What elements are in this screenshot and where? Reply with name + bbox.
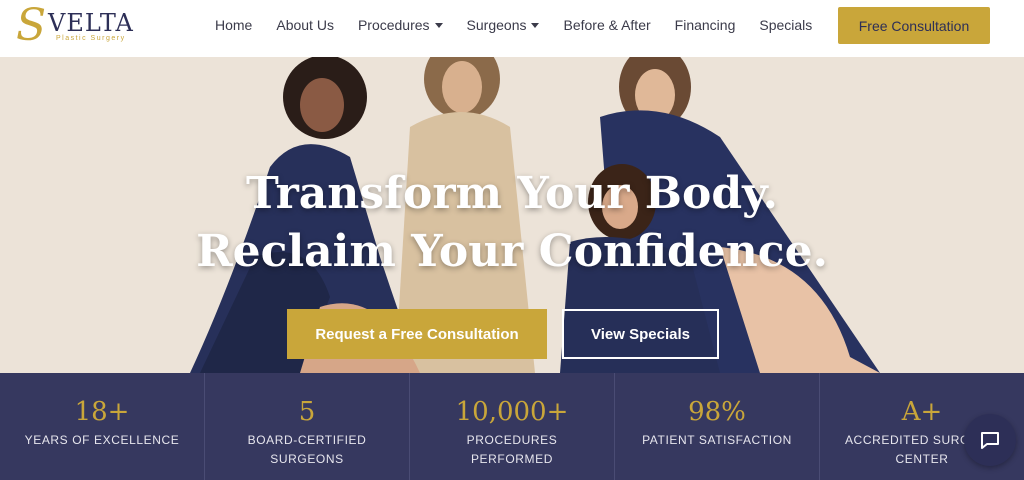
stat-value: 5	[298, 397, 316, 427]
site-header: S VELTA Plastic Surgery Home About Us Pr…	[0, 0, 1024, 57]
nav-specials[interactable]: Specials	[759, 17, 812, 33]
hero-title-line-2: Reclaim Your Confidence.	[196, 226, 828, 277]
stat-label: PROCEDURES PERFORMED	[466, 433, 558, 466]
hero-title-line-1: Transform Your Body.	[246, 168, 778, 219]
stat-surgeons: 5 BOARD-CERTIFIED SURGEONS	[205, 373, 410, 480]
stat-years: 18+ YEARS OF EXCELLENCE	[0, 373, 205, 480]
main-nav: Home About Us Procedures Surgeons Before…	[203, 0, 824, 50]
nav-home-label: Home	[215, 17, 253, 33]
nav-financing[interactable]: Financing	[675, 17, 736, 33]
nav-surgeons-label: Surgeons	[466, 17, 527, 33]
nav-surgeons[interactable]: Surgeons	[467, 17, 540, 33]
nav-financing-label: Financing	[674, 17, 736, 33]
logo-s-mark: S	[16, 0, 47, 51]
nav-before-after-label: Before & After	[563, 17, 651, 33]
stat-label: YEARS OF EXCELLENCE	[24, 433, 180, 447]
stat-value: 10,000+	[455, 397, 569, 427]
chat-glyph	[981, 432, 999, 449]
logo-wordmark: VELTA	[48, 9, 134, 37]
nav-procedures-label: Procedures	[357, 17, 430, 33]
stat-label: BOARD-CERTIFIED SURGEONS	[247, 433, 367, 466]
nav-home[interactable]: Home	[215, 17, 252, 33]
nav-procedures[interactable]: Procedures	[358, 17, 443, 33]
stats-bar: 18+ YEARS OF EXCELLENCE 5 BOARD-CERTIFIE…	[0, 373, 1024, 480]
nav-about-label: About Us	[276, 17, 334, 33]
caret-down-icon	[434, 22, 443, 28]
stat-value: 18+	[74, 397, 130, 427]
hero-section: Transform Your Body. Reclaim Your Confid…	[0, 57, 1024, 373]
view-specials-button[interactable]: View Specials	[562, 309, 719, 359]
free-consultation-button[interactable]: Free Consultation	[838, 7, 990, 44]
nav-before-after[interactable]: Before & After	[563, 17, 650, 33]
site-logo[interactable]: S VELTA Plastic Surgery	[14, 0, 134, 51]
caret-down-icon	[531, 22, 540, 28]
nav-about-us[interactable]: About Us	[276, 17, 334, 33]
stat-procedures: 10,000+ PROCEDURES PERFORMED	[410, 373, 615, 480]
logo-tagline: Plastic Surgery	[56, 35, 126, 42]
nav-specials-label: Specials	[759, 17, 813, 33]
chat-bubble-icon[interactable]	[964, 414, 1016, 466]
stat-satisfaction: 98% PATIENT SATISFACTION	[615, 373, 820, 480]
stat-value: 98%	[688, 397, 746, 427]
stat-label: PATIENT SATISFACTION	[642, 433, 792, 447]
request-consultation-button[interactable]: Request a Free Consultation	[287, 309, 547, 359]
